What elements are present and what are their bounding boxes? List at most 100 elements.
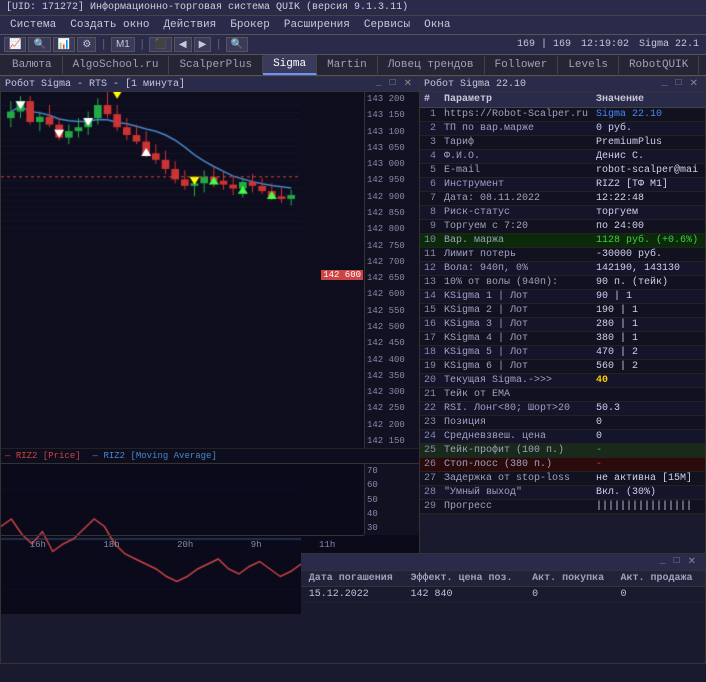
robot-maximize-btn[interactable]: □ xyxy=(673,78,685,90)
row-num: 22 xyxy=(420,402,440,416)
price-scale-label: 142 450 xyxy=(367,338,417,348)
toolbar-btn3[interactable]: 📊 xyxy=(53,37,75,52)
row-value: RIZ2 [ТФ M1] xyxy=(592,178,705,192)
chart-panel: Робот Sigma - RTS - [1 минута] _ □ ✕ 143… xyxy=(0,76,420,554)
row-value: 12:22:48 xyxy=(592,192,705,206)
main-chart-canvas xyxy=(1,92,301,242)
chart-area: 143 200143 150143 100143 050143 000142 9… xyxy=(1,92,419,448)
toolbar-m1-label[interactable]: M1 xyxy=(111,37,135,52)
positions-maximize-btn[interactable]: □ xyxy=(671,556,683,568)
tab-sigma[interactable]: Sigma xyxy=(263,55,317,75)
positions-col-3[interactable]: Дата погашения xyxy=(305,571,407,587)
row-param: Вар. маржа xyxy=(440,234,592,248)
row-value: 280 | 1 xyxy=(592,318,705,332)
menu-create-window[interactable]: Создать окно xyxy=(64,18,155,32)
row-num: 1 xyxy=(420,108,440,122)
toolbar-btn6[interactable]: ◀ xyxy=(174,37,192,52)
row-value: - xyxy=(592,458,705,472)
toolbar-m1-btn[interactable]: 📈 xyxy=(4,37,26,52)
positions-close-btn[interactable]: ✕ xyxy=(685,556,699,568)
toolbar-btn4[interactable]: ⚙ xyxy=(77,37,96,52)
pos-sell: 0 xyxy=(617,587,705,603)
chart-minimize-btn[interactable]: _ xyxy=(373,78,385,90)
table-row: 2 ТП по вар.марже 0 руб. xyxy=(420,122,705,136)
row-value xyxy=(592,388,705,402)
tab-algoschool[interactable]: AlgoSchool.ru xyxy=(63,56,170,74)
table-row: 21 Тейк от ЕМА xyxy=(420,388,705,402)
table-row: 5 E-mail robot-scalper@mai xyxy=(420,164,705,178)
table-row: 7 Дата: 08.11.2022 12:22:48 xyxy=(420,192,705,206)
toolbar-search[interactable]: 🔍 xyxy=(226,37,248,52)
row-value: -30000 руб. xyxy=(592,248,705,262)
current-price-label: 142 600 xyxy=(321,270,363,280)
row-num: 11 xyxy=(420,248,440,262)
menu-extensions[interactable]: Расширения xyxy=(278,18,356,32)
tab-test[interactable]: Test xyxy=(699,56,706,74)
table-row: 13 10% от волы (940п): 90 п. (тейк) xyxy=(420,276,705,290)
rsi-scale-label: 60 xyxy=(367,480,417,490)
menu-actions[interactable]: Действия xyxy=(157,18,222,32)
chart-maximize-btn[interactable]: □ xyxy=(387,78,399,90)
table-row: 28 "Умный выход" Вкл. (30%) xyxy=(420,486,705,500)
positions-col-6[interactable]: Акт. продажа xyxy=(617,571,705,587)
table-row: 26 Стоп-лосс (380 п.) - xyxy=(420,458,705,472)
positions-minimize-btn[interactable]: _ xyxy=(657,556,669,568)
row-param: KSigma 3 | Лот xyxy=(440,318,592,332)
time-label: 18h xyxy=(103,540,119,550)
row-num: 19 xyxy=(420,360,440,374)
tab-follower[interactable]: Follower xyxy=(485,56,559,74)
price-scale-label: 142 750 xyxy=(367,241,417,251)
rsi-scale-label: 30 xyxy=(367,523,417,533)
toolbar-sigma: Sigma 22.1 xyxy=(636,39,702,50)
price-scale-label: 142 350 xyxy=(367,371,417,381)
toolbar-btn7[interactable]: ▶ xyxy=(194,37,212,52)
robot-close-btn[interactable]: ✕ xyxy=(687,78,701,90)
row-param: Тариф xyxy=(440,136,592,150)
table-row: 1 https://Robot-Scalper.ru Sigma 22.10 xyxy=(420,108,705,122)
time-label: 11h xyxy=(319,540,335,550)
table-row: 25 Тейк-профит (100 п.) - xyxy=(420,444,705,458)
toolbar-btn5[interactable]: ⬛ xyxy=(149,37,171,52)
robot-minimize-btn[interactable]: _ xyxy=(659,78,671,90)
pos-date: 15.12.2022 xyxy=(305,587,407,603)
rsi-scale: 7060504030 xyxy=(364,464,419,535)
row-value: Sigma 22.10 xyxy=(592,108,705,122)
table-row: 17 KSigma 4 | Лот 380 | 1 xyxy=(420,332,705,346)
row-param: Позиция xyxy=(440,416,592,430)
row-param: KSigma 6 | Лот xyxy=(440,360,592,374)
row-param: Задержка от stop-loss xyxy=(440,472,592,486)
row-num: 4 xyxy=(420,150,440,164)
row-num: 21 xyxy=(420,388,440,402)
rsi-panel: RIZ2 [RSI] 7060504030 16h18h20h9h11h xyxy=(1,463,419,553)
row-num: 28 xyxy=(420,486,440,500)
menu-windows[interactable]: Окна xyxy=(418,18,456,32)
tab-currency[interactable]: Валюта xyxy=(2,56,63,74)
table-row: 24 Средневзвеш. цена 0 xyxy=(420,430,705,444)
row-value: торгуем xyxy=(592,206,705,220)
row-num: 15 xyxy=(420,304,440,318)
toolbar-btn2[interactable]: 🔍 xyxy=(28,37,50,52)
tab-martin[interactable]: Martin xyxy=(317,56,378,74)
row-num: 6 xyxy=(420,178,440,192)
tab-robotquik[interactable]: RobotQUIK xyxy=(619,56,699,74)
time-label: 9h xyxy=(251,540,262,550)
row-value: 560 | 2 xyxy=(592,360,705,374)
menu-services[interactable]: Сервисы xyxy=(358,18,416,32)
menu-system[interactable]: Система xyxy=(4,18,62,32)
time-axis: 16h18h20h9h11h xyxy=(1,535,364,553)
row-num: 14 xyxy=(420,290,440,304)
menu-broker[interactable]: Брокер xyxy=(224,18,276,32)
positions-controls: _ □ ✕ xyxy=(657,556,699,568)
col-param: Параметр xyxy=(440,92,592,108)
row-param: KSigma 5 | Лот xyxy=(440,346,592,360)
table-row: 29 Прогресс |||||||||||||||| xyxy=(420,500,705,514)
tab-levels[interactable]: Levels xyxy=(558,56,619,74)
row-param: Дата: 08.11.2022 xyxy=(440,192,592,206)
tab-scalperplus[interactable]: ScalperPlus xyxy=(169,56,263,74)
positions-col-4[interactable]: Эффект. цена поз. xyxy=(406,571,528,587)
positions-col-5[interactable]: Акт. покупка xyxy=(528,571,616,587)
rsi-scale-label: 70 xyxy=(367,466,417,476)
chart-close-btn[interactable]: ✕ xyxy=(401,78,415,90)
tab-trend-hunter[interactable]: Ловец трендов xyxy=(378,56,485,74)
row-param: https://Robot-Scalper.ru xyxy=(440,108,592,122)
